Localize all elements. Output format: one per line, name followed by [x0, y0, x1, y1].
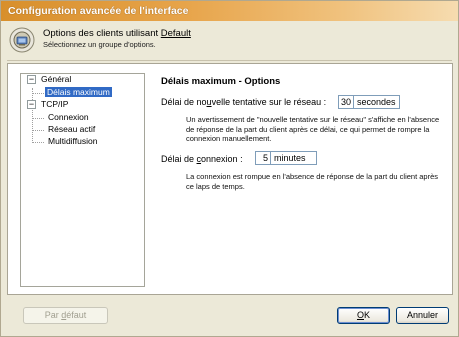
tree-item-multidiffusion[interactable]: Multidiffusion — [48, 136, 97, 147]
tree-item-label: Délais maximum — [45, 87, 112, 97]
retry-delay-note: Un avertissement de "nouvelle tentative … — [186, 115, 440, 143]
tree-connector — [32, 118, 44, 119]
tree-item-label: Réseau actif — [48, 124, 96, 134]
header-divider — [7, 60, 452, 61]
settings-gear-icon — [9, 27, 35, 53]
dialog-window: Configuration avancée de l'interface Opt… — [0, 0, 459, 337]
section-title: Délais maximum - Options — [161, 76, 281, 87]
tree-item-label: TCP/IP — [41, 99, 69, 109]
header-prefix: Options des clients utilisant — [43, 28, 161, 39]
connection-delay-unit: minutes — [274, 153, 306, 163]
collapse-icon[interactable]: − — [27, 100, 36, 109]
header-subtitle: Options des clients utilisant Default — [43, 28, 191, 39]
tree-connector — [32, 130, 44, 131]
tree-connector — [32, 93, 44, 94]
tree-item-delais-maximum[interactable]: Délais maximum — [45, 87, 112, 98]
restore-defaults-button[interactable]: Par défaut — [23, 307, 108, 324]
tree-item-reseau-actif[interactable]: Réseau actif — [48, 124, 95, 135]
retry-delay-unit: secondes — [357, 97, 396, 107]
tree-item-label: Connexion — [48, 112, 89, 122]
tree-connector — [32, 107, 33, 143]
header-instructions: Sélectionnez un groupe d'options. — [43, 40, 156, 49]
tree-item-label: Général — [41, 74, 72, 84]
window-title: Configuration avancée de l'interface — [1, 1, 458, 21]
tree-item-label: Multidiffusion — [48, 136, 98, 146]
options-tree[interactable]: − Général Délais maximum − TCP/IP Connex… — [20, 73, 145, 287]
cancel-button[interactable]: Annuler — [396, 307, 449, 324]
connection-delay-label: Délai de connexion : — [161, 154, 243, 164]
dialog-header: Options des clients utilisant Default Sé… — [1, 21, 458, 59]
retry-delay-input[interactable]: 30 — [339, 96, 354, 108]
retry-delay-field[interactable]: 30 secondes — [338, 95, 400, 109]
connection-delay-field[interactable]: 5 minutes — [255, 151, 317, 165]
options-panel: − Général Délais maximum − TCP/IP Connex… — [7, 63, 453, 295]
collapse-icon[interactable]: − — [27, 75, 36, 84]
tree-connector — [32, 142, 44, 143]
tree-item-connexion[interactable]: Connexion — [48, 112, 89, 123]
connection-delay-input[interactable]: 5 — [256, 152, 271, 164]
ok-button[interactable]: OK — [337, 307, 390, 324]
connection-delay-note: La connexion est rompue en l'absence de … — [186, 172, 439, 191]
retry-delay-label: Délai de nouvelle tentative sur le résea… — [161, 97, 327, 107]
profile-link[interactable]: Default — [161, 28, 191, 39]
